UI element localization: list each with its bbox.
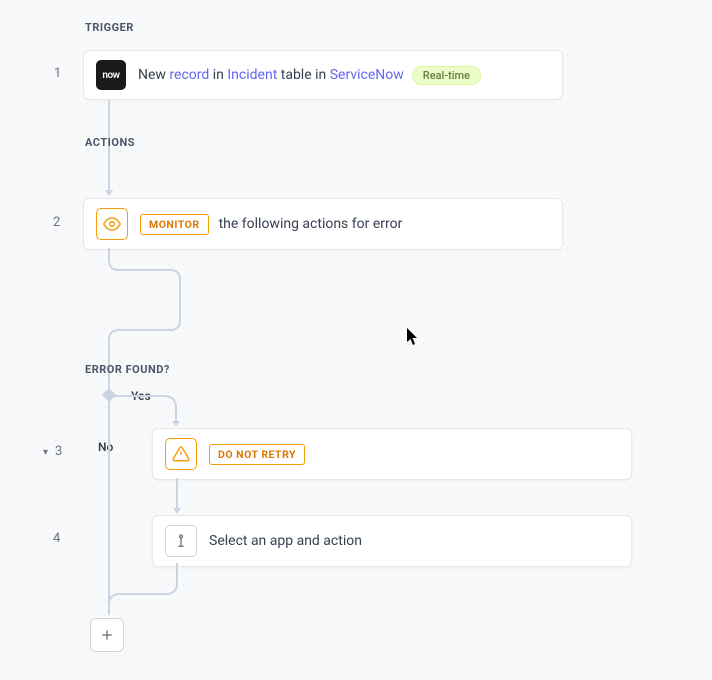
canvas-background <box>0 0 712 680</box>
realtime-badge: Real-time <box>412 66 481 85</box>
do-not-retry-card[interactable]: DO NOT RETRY <box>152 428 632 480</box>
link-record[interactable]: record <box>169 67 209 83</box>
connector-line <box>176 478 178 510</box>
connector-line <box>176 563 178 583</box>
link-incident[interactable]: Incident <box>227 67 277 83</box>
section-trigger-label: TRIGGER <box>85 21 134 34</box>
add-step-button[interactable] <box>90 618 124 652</box>
monitor-text: the following actions for error <box>219 216 403 232</box>
step-number-2: 2 <box>53 215 60 230</box>
link-servicenow[interactable]: ServiceNow <box>330 67 404 83</box>
step-number-1: 1 <box>54 66 61 81</box>
connector-line <box>108 248 110 260</box>
placeholder-app-icon <box>165 525 197 557</box>
step-number-4: 4 <box>53 531 60 546</box>
eye-icon <box>96 208 128 240</box>
connector-line <box>108 595 110 615</box>
branch-no-label: No <box>98 440 113 454</box>
arrow-head-icon <box>105 190 113 196</box>
monitor-container-path <box>108 260 180 340</box>
arrow-head-icon <box>173 508 181 514</box>
section-error-label: ERROR FOUND? <box>85 363 170 376</box>
servicenow-icon: now <box>96 60 126 90</box>
plus-icon <box>99 627 115 643</box>
collapse-caret-icon[interactable]: ▾ <box>43 447 48 458</box>
merge-path <box>108 583 180 597</box>
trigger-text: New record in Incident table in ServiceN… <box>138 67 404 83</box>
select-action-text: Select an app and action <box>209 533 362 549</box>
trigger-card[interactable]: now New record in Incident table in Serv… <box>83 50 563 100</box>
select-action-card[interactable]: Select an app and action <box>152 515 632 567</box>
connector-line <box>108 400 110 595</box>
section-actions-label: ACTIONS <box>85 136 135 149</box>
arrow-head-icon <box>172 421 180 427</box>
warning-icon <box>165 438 197 470</box>
monitor-card[interactable]: MONITOR the following actions for error <box>83 198 563 250</box>
step-number-3: 3 <box>55 444 62 459</box>
monitor-badge: MONITOR <box>140 214 209 235</box>
do-not-retry-badge: DO NOT RETRY <box>209 444 305 465</box>
